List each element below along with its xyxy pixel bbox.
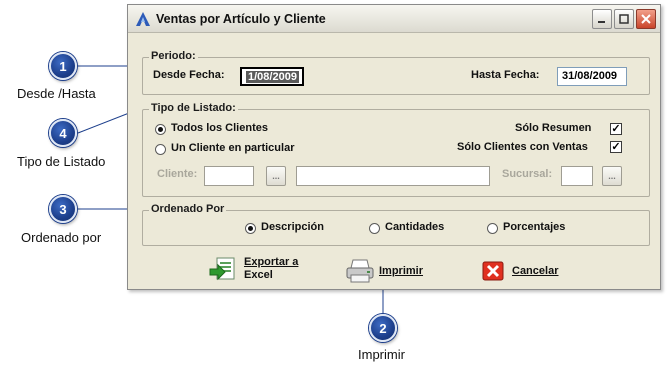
callout-label-imprimir: Imprimir: [358, 347, 405, 362]
periodo-group-title: Periodo:: [149, 50, 198, 62]
ordenado-por-group-title: Ordenado Por: [149, 203, 227, 215]
cantidades-label[interactable]: Cantidades: [385, 221, 444, 233]
title-bar: Ventas por Artículo y Cliente: [128, 5, 660, 33]
solo-resumen-label[interactable]: Sólo Resumen: [515, 122, 591, 134]
solo-con-ventas-checkbox[interactable]: ✓: [610, 141, 622, 153]
tipo-listado-group-title: Tipo de Listado:: [149, 102, 238, 114]
exportar-excel-button[interactable]: Exportar a Excel: [208, 255, 298, 283]
imprimir-button[interactable]: Imprimir: [345, 258, 423, 284]
tipo-listado-group: Tipo de Listado: Todos los Clientes Un C…: [142, 102, 650, 197]
callout-badge-4: 4: [49, 119, 77, 147]
excel-export-icon: [209, 257, 235, 281]
desde-fecha-label: Desde Fecha:: [153, 69, 225, 81]
sucursal-label: Sucursal:: [502, 168, 553, 180]
callout-label-tipo-listado: Tipo de Listado: [17, 154, 106, 169]
todos-clientes-radio[interactable]: [155, 124, 166, 135]
cliente-name-input[interactable]: [296, 166, 490, 186]
porcentajes-radio[interactable]: [487, 223, 498, 234]
close-icon: [641, 13, 651, 24]
exportar-label-line1: Exportar a: [244, 256, 299, 268]
exportar-excel-label: Exportar a Excel: [244, 256, 298, 282]
maximize-icon: [619, 13, 629, 24]
desde-fecha-value: 1/08/2009: [246, 71, 299, 83]
callout-label-desde-hasta: Desde /Hasta: [17, 86, 96, 101]
sucursal-browse-button[interactable]: ...: [602, 166, 622, 186]
cancelar-label: Cancelar: [512, 264, 559, 277]
close-button[interactable]: [636, 8, 656, 29]
ordenado-por-group: Ordenado Por Descripción Cantidades Porc…: [142, 203, 650, 246]
solo-con-ventas-label[interactable]: Sólo Clientes con Ventas: [457, 141, 588, 153]
cancel-icon: [482, 261, 504, 281]
cliente-browse-button[interactable]: ...: [266, 166, 286, 186]
cliente-label: Cliente:: [157, 168, 198, 180]
cliente-code-input[interactable]: [204, 166, 254, 186]
printer-icon: [346, 259, 374, 283]
minimize-icon: [598, 20, 605, 23]
callout-badge-3: 3: [49, 195, 77, 223]
descripcion-radio[interactable]: [245, 223, 256, 234]
hasta-fecha-input[interactable]: 31/08/2009: [557, 67, 627, 86]
periodo-group: Periodo: Desde Fecha: 1/08/2009 Hasta Fe…: [142, 50, 650, 95]
sucursal-input[interactable]: [561, 166, 593, 186]
un-cliente-label[interactable]: Un Cliente en particular: [171, 142, 294, 154]
callout-badge-2: 2: [369, 314, 397, 342]
cantidades-radio[interactable]: [369, 223, 380, 234]
app-logo-icon: [136, 11, 150, 26]
desde-fecha-input[interactable]: 1/08/2009: [240, 67, 304, 86]
hasta-fecha-label: Hasta Fecha:: [471, 69, 540, 81]
porcentajes-label[interactable]: Porcentajes: [503, 221, 565, 233]
un-cliente-radio[interactable]: [155, 144, 166, 155]
todos-clientes-label[interactable]: Todos los Clientes: [171, 122, 268, 134]
cancelar-button[interactable]: Cancelar: [482, 261, 558, 281]
solo-resumen-checkbox[interactable]: ✓: [610, 123, 622, 135]
maximize-button[interactable]: [614, 8, 634, 29]
report-dialog-window: Ventas por Artículo y Cliente Periodo: D…: [127, 4, 661, 290]
window-title: Ventas por Artículo y Cliente: [156, 11, 326, 26]
callout-label-ordenado-por: Ordenado por: [21, 230, 102, 245]
descripcion-label[interactable]: Descripción: [261, 221, 324, 233]
callout-badge-1: 1: [49, 52, 77, 80]
exportar-label-line2: Excel: [244, 269, 273, 281]
imprimir-label: Imprimir: [379, 264, 424, 277]
minimize-button[interactable]: [592, 8, 612, 29]
